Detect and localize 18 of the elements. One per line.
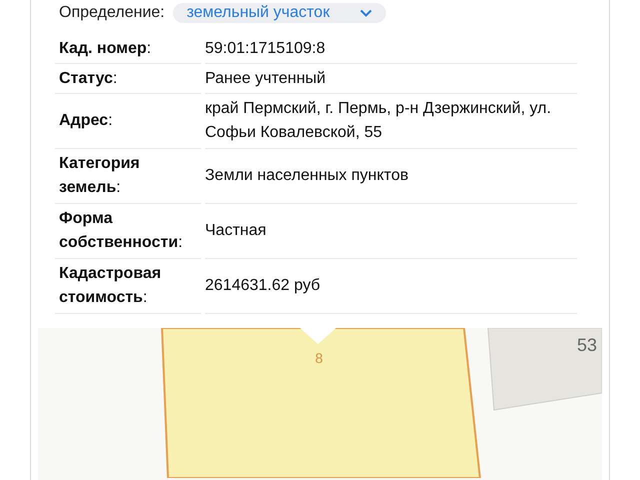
field-value: 59:01:1715109:8 <box>205 34 577 64</box>
field-label: Кадастровая стоимость: <box>59 264 162 308</box>
parcel-number: 8 <box>315 350 323 366</box>
field-label: Кад. номер: <box>59 38 152 58</box>
field-value: край Пермский, г. Пермь, р-н Дзержинский, ул. Софьи Ковалевской, 55 <box>205 94 577 149</box>
field-label: Статус: <box>59 68 118 88</box>
field-value: Земли населенных пунктов <box>205 149 577 204</box>
type-dropdown[interactable]: земельный участок <box>172 3 386 23</box>
field-label: Категория земель: <box>59 154 141 198</box>
field-value: Ранее учтенный <box>205 64 577 94</box>
field-label: Форма собственности: <box>59 209 184 253</box>
field-value: 2614631.62 руб <box>205 259 577 314</box>
pointer-shape <box>300 328 336 344</box>
field-label: Адрес: <box>59 111 113 131</box>
chevron-down-icon <box>360 9 372 17</box>
filter-label: Определение: <box>59 4 165 22</box>
house-number: 53 <box>576 335 597 355</box>
field-value: Частная <box>205 204 577 259</box>
